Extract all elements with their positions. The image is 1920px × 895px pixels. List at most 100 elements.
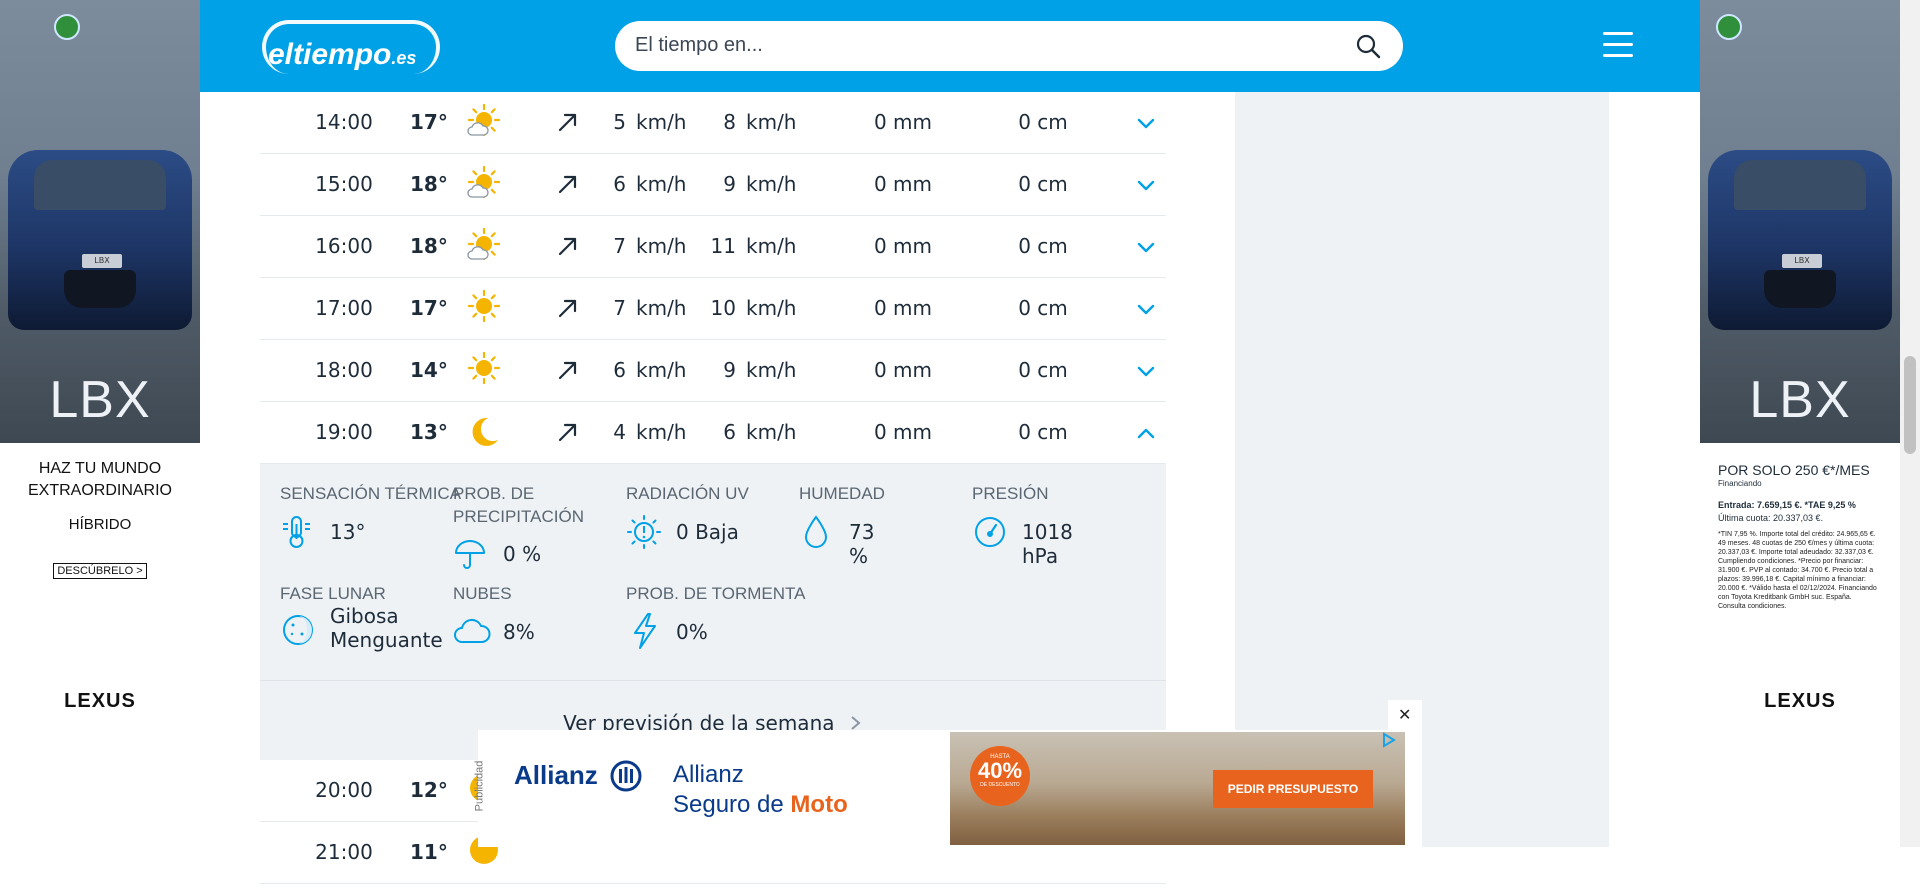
hour-rain: 0 mm: [873, 172, 933, 196]
ad-model: LBX: [1749, 371, 1851, 429]
site-logo[interactable]: eltiempo.es: [262, 14, 442, 78]
chevron-down-icon[interactable]: [1136, 364, 1156, 378]
wind-speed: 7: [613, 234, 626, 258]
hour-rain: 0 mm: [873, 296, 933, 320]
gust-speed: 9: [723, 172, 736, 196]
ad-info-icon[interactable]: [1716, 14, 1742, 40]
wind-speed: 5: [613, 110, 626, 134]
ad-product-highlight: Moto: [790, 791, 848, 818]
ad-headline-2: EXTRAORDINARIO: [27, 482, 172, 499]
chevron-down-icon[interactable]: [1136, 240, 1156, 254]
hour-rain: 0 mm: [873, 110, 933, 134]
hour-snow: 0 cm: [1018, 172, 1068, 196]
hour-temp: 17°: [410, 110, 448, 134]
wind-speed: 6: [613, 172, 626, 196]
wind-direction-icon: [558, 299, 577, 318]
wind-direction-icon: [558, 113, 577, 132]
gust-speed: 8: [723, 110, 736, 134]
detail-label: FASE LUNAR: [280, 584, 386, 603]
hour-row[interactable]: 18:00 14° 6 km/h 9 km/h 0 mm 0 cm: [260, 340, 1166, 402]
detail-nubes: NUBES 8%: [453, 582, 535, 644]
detail-label: NUBES: [453, 584, 512, 603]
hour-time: 15:00: [315, 172, 373, 196]
chevron-up-icon[interactable]: [1136, 426, 1156, 440]
scrollbar[interactable]: [1900, 0, 1920, 847]
ad-brand-line: Allianz: [673, 761, 744, 788]
gust-speed: 6: [723, 420, 736, 444]
detail-value: 8%: [503, 620, 535, 644]
detail-value: 0 Baja: [676, 520, 739, 544]
ad-photo[interactable]: HASTA 40% DE DESCUENTO PEDIR PRESUPUESTO: [950, 732, 1405, 845]
detail-humedad: HUMEDAD 73 %: [799, 482, 885, 568]
bottom-ad-banner[interactable]: ✕ Publicidad Allianz Allianz Seguro de M…: [473, 700, 1422, 847]
hour-temp: 14°: [410, 358, 448, 382]
sun-icon: [467, 351, 501, 385]
detail-label: PRECIPITACIÓN: [453, 507, 584, 526]
wind-unit: km/h: [636, 234, 687, 258]
hour-temp: 12°: [410, 778, 448, 802]
hour-time: 14:00: [315, 110, 373, 134]
adchoices-icon[interactable]: [1381, 732, 1397, 748]
close-ad-icon[interactable]: ✕: [1398, 705, 1411, 724]
hour-row[interactable]: 16:00 18° 7 km/h 11 km/h 0 mm 0 cm: [260, 216, 1166, 278]
gust-unit: km/h: [746, 234, 797, 258]
ad-cta-button[interactable]: PEDIR PRESUPUESTO: [1213, 770, 1373, 808]
ad-info-icon[interactable]: [54, 14, 80, 40]
chevron-down-icon[interactable]: [1136, 302, 1156, 316]
gust-unit: km/h: [746, 296, 797, 320]
search-icon[interactable]: [1355, 33, 1381, 59]
hour-temp: 17°: [410, 296, 448, 320]
detail-tormenta: PROB. DE TORMENTA 0%: [626, 582, 806, 649]
detail-label: PROB. DE TORMENTA: [626, 584, 806, 603]
hour-time: 20:00: [315, 778, 373, 802]
hour-row[interactable]: 19:00 13° 4 km/h 6 km/h 0 mm 0 cm: [260, 402, 1166, 464]
ad-terms-1: Entrada: 7.659,15 €. *TAE 9,25 %: [1718, 500, 1856, 510]
gust-speed: 9: [723, 358, 736, 382]
search-bar[interactable]: El tiempo en...: [615, 21, 1403, 71]
chevron-down-icon[interactable]: [1136, 178, 1156, 192]
wind-speed: 6: [613, 358, 626, 382]
wind-unit: km/h: [636, 358, 687, 382]
moon-icon: [472, 417, 498, 446]
detail-value: 0%: [676, 620, 708, 644]
chevron-down-icon[interactable]: [1136, 116, 1156, 130]
allianz-logo: Allianz: [514, 760, 598, 790]
wind-unit: km/h: [636, 172, 687, 196]
hour-row[interactable]: 14:00 17° 5 km/h 8 km/h 0 mm 0 cm: [260, 92, 1166, 154]
wind-unit: km/h: [636, 296, 687, 320]
hour-temp: 18°: [410, 234, 448, 258]
detail-value: 0 %: [503, 542, 542, 566]
hour-temp: 18°: [410, 172, 448, 196]
ad-product-line: Seguro de: [673, 791, 791, 818]
wind-unit: km/h: [636, 110, 687, 134]
detail-label: PRESIÓN: [972, 484, 1049, 503]
allianz-eagle-icon: [610, 760, 642, 792]
hour-temp: 11°: [410, 840, 448, 864]
hour-temp: 13°: [410, 420, 448, 444]
detail-value: 1018 hPa: [1022, 520, 1073, 568]
lightning-icon: [634, 613, 656, 649]
sun-cloud-icon: [467, 227, 501, 261]
wind-unit: km/h: [636, 420, 687, 444]
right-ad-banner[interactable]: LBX LBX POR SOLO 250 €*/MES Financiando …: [1700, 0, 1900, 847]
cloud-icon: [454, 618, 491, 643]
detail-precipitacion: PROB. DE PRECIPITACIÓN 0 %: [453, 482, 584, 569]
ad-label: Publicidad: [473, 760, 486, 812]
hour-time: 18:00: [315, 358, 373, 382]
detail-label: SENSACIÓN TÉRMICA: [280, 484, 462, 503]
ad-cta-button[interactable]: DESCÚBRELO >: [53, 563, 147, 579]
hour-rain: 0 mm: [873, 358, 933, 382]
scrollbar-thumb[interactable]: [1904, 356, 1916, 454]
hour-time: 17:00: [315, 296, 373, 320]
ad-terms-2: Última cuota: 20.337,03 €.: [1718, 513, 1824, 523]
hour-row[interactable]: 15:00 18° 6 km/h 9 km/h 0 mm 0 cm: [260, 154, 1166, 216]
hour-row[interactable]: 17:00 17° 7 km/h 10 km/h 0 mm 0 cm: [260, 278, 1166, 340]
detail-value: Gibosa: [330, 604, 399, 628]
search-input[interactable]: El tiempo en...: [635, 34, 763, 57]
left-ad-banner[interactable]: LBX LBX HAZ TU MUNDO EXTRAORDINARIO HÍBR…: [0, 0, 200, 847]
menu-icon[interactable]: [1603, 30, 1633, 58]
detail-label: HUMEDAD: [799, 484, 885, 503]
lexus-logo: LEXUS: [1764, 690, 1836, 712]
uv-icon: [627, 515, 661, 549]
sun-cloud-icon: [467, 103, 501, 137]
